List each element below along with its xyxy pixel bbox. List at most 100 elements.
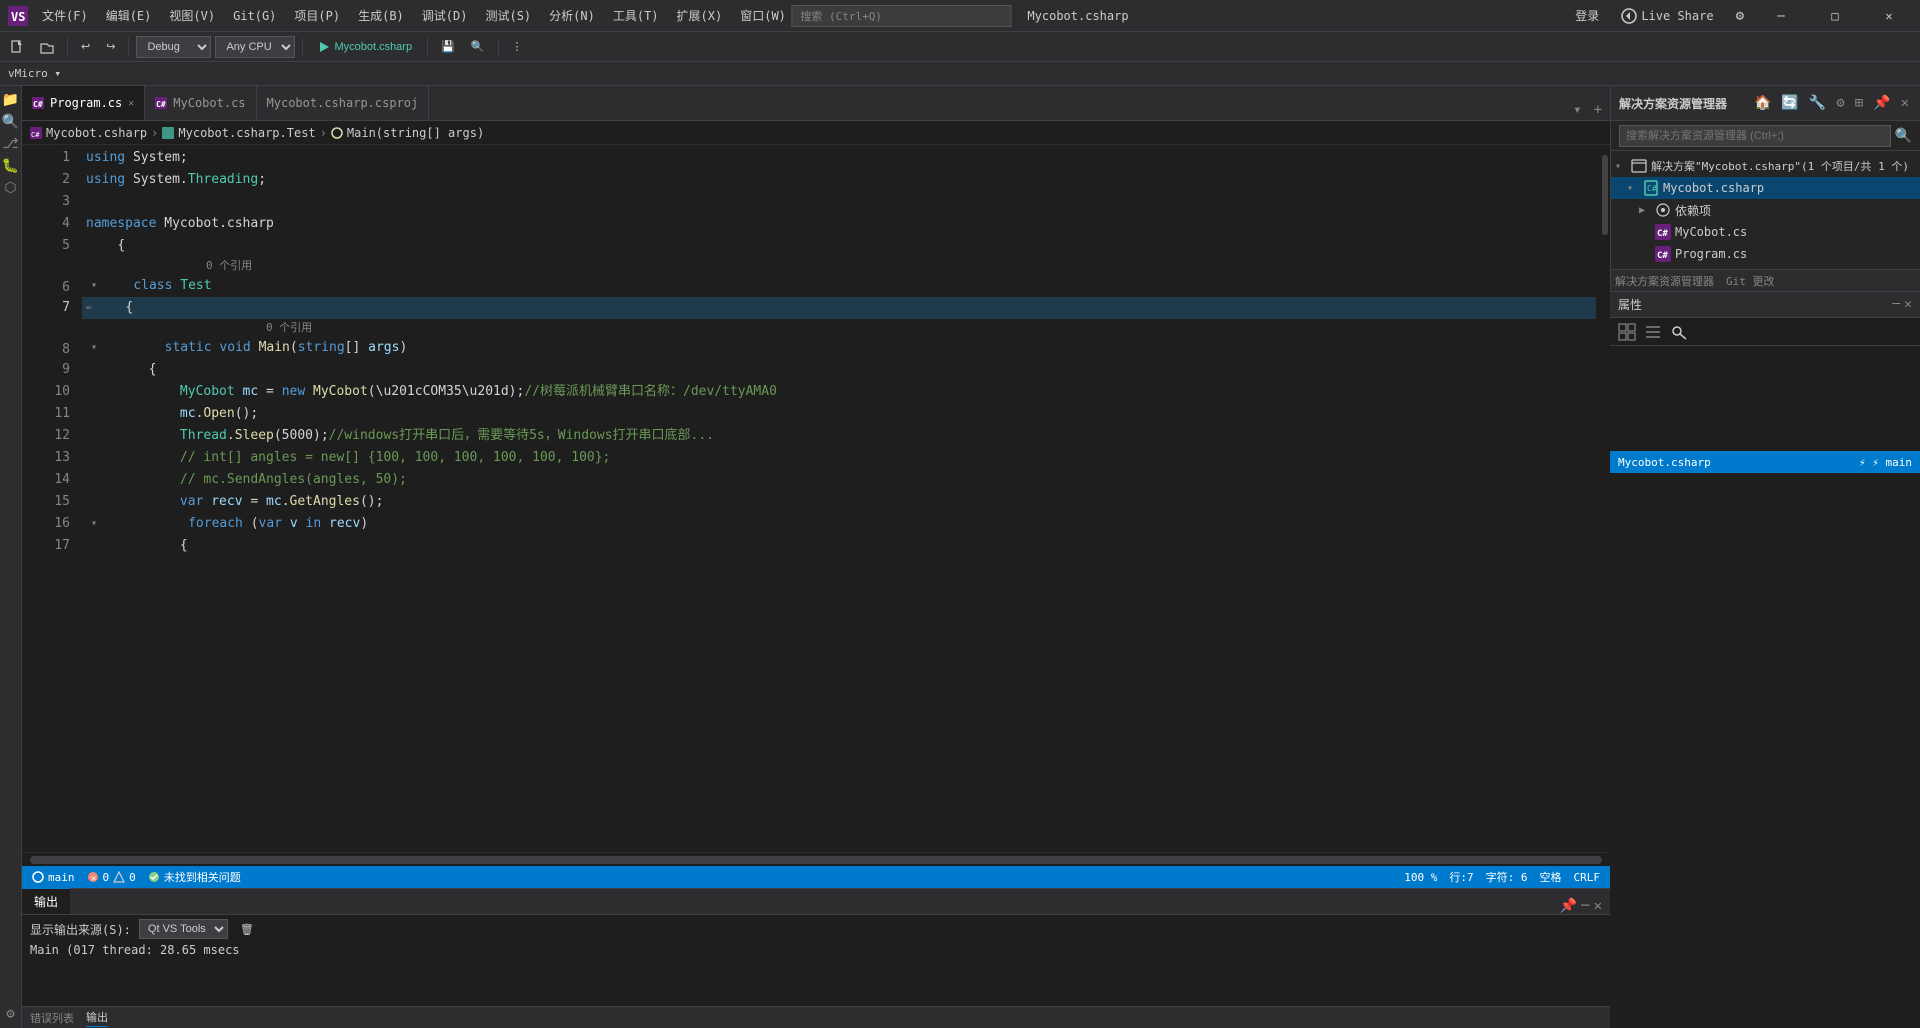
menu-tools[interactable]: 工具(T) (605, 3, 667, 28)
panel-close-btn[interactable]: ✕ (1594, 898, 1602, 914)
tree-mycobot-cs[interactable]: C# MyCobot.cs (1611, 221, 1920, 243)
panel-bottom-tabs: 错误列表 输出 (22, 1006, 1610, 1028)
status-spaces[interactable]: 空格 (1534, 869, 1568, 885)
se-link-git[interactable]: Git 更改 (1726, 273, 1775, 289)
bottom-panel-tabs: 输出 📌 ─ ✕ (22, 889, 1610, 915)
output-source-select[interactable]: Qt VS Tools (139, 919, 228, 939)
pp-minimize-btn[interactable]: ─ (1892, 297, 1900, 312)
tab-collapse-btn[interactable]: ▾ (1569, 100, 1585, 120)
cs-breadcrumb-icon: C# (30, 127, 42, 139)
editor-scrollbar[interactable] (1596, 145, 1610, 852)
panel-pin-btn[interactable]: 📌 (1560, 898, 1577, 914)
tree-project[interactable]: ▾ C# Mycobot.csharp (1611, 177, 1920, 199)
tree-dependencies[interactable]: ▶ 依赖项 (1611, 199, 1920, 221)
menu-window[interactable]: 窗口(W) (732, 3, 794, 28)
login-button[interactable]: 登录 (1569, 7, 1605, 24)
panel-tab-output[interactable]: 输出 (22, 888, 70, 914)
scrollbar-thumb[interactable] (1602, 155, 1608, 235)
var-mc-11: mc (180, 403, 196, 425)
activity-debug[interactable]: 🐛 (1, 156, 21, 176)
breadcrumb-class[interactable]: Mycobot.csharp.Test (178, 126, 315, 140)
activity-explorer[interactable]: 📁 (1, 90, 21, 110)
output-tab-bottom[interactable]: 输出 (86, 1009, 108, 1027)
menu-project[interactable]: 项目(P) (286, 3, 348, 28)
code-content[interactable]: using System; using System.Threading; na… (82, 145, 1596, 852)
panel-minimize-btn[interactable]: ─ (1581, 898, 1589, 914)
activity-settings[interactable]: ⚙ (1, 1004, 21, 1024)
menu-file[interactable]: 文件(F) (34, 3, 96, 28)
se-close-btn[interactable]: ✕ (1898, 93, 1912, 113)
activity-git[interactable]: ⎇ (1, 134, 21, 154)
activity-extensions[interactable]: ⬡ (1, 178, 21, 198)
search-box[interactable]: 搜索 (Ctrl+Q) (791, 5, 1011, 27)
se-search-input[interactable] (1619, 125, 1891, 147)
output-clear-btn[interactable]: 🗑 (236, 922, 258, 937)
debug-config-select[interactable]: Debug Release (136, 36, 211, 58)
collapse-16[interactable]: ▾ (86, 513, 102, 535)
se-filter-btn[interactable]: 🔧 (1806, 93, 1829, 113)
close-button[interactable]: ✕ (1866, 0, 1912, 32)
open-file-button[interactable] (34, 38, 60, 56)
menu-git[interactable]: Git(G) (225, 5, 284, 27)
maximize-button[interactable]: □ (1812, 0, 1858, 32)
pp-close-btn[interactable]: ✕ (1904, 297, 1912, 312)
status-cursor-col[interactable]: 字符: 6 (1480, 869, 1534, 885)
menu-extensions[interactable]: 扩展(X) (669, 3, 731, 28)
settings-icon[interactable]: ⚙ (1730, 8, 1750, 24)
deps-expand-icon[interactable]: ▶ (1639, 205, 1651, 216)
status-no-issues[interactable]: 未找到相关问题 (142, 869, 247, 885)
search-button[interactable]: 🔍 (465, 38, 491, 55)
status-encoding[interactable]: CRLF (1568, 871, 1607, 884)
se-settings-btn[interactable]: ⚙ (1833, 93, 1847, 113)
comment-14: // mc.SendAngles(angles, 50); (86, 469, 407, 491)
method-sleep: Sleep (235, 425, 274, 447)
se-home-btn[interactable]: 🏠 (1751, 93, 1774, 113)
status-cursor-row[interactable]: 行:7 (1443, 869, 1479, 885)
save-button[interactable]: 💾 (435, 38, 461, 55)
menu-build[interactable]: 生成(B) (350, 3, 412, 28)
kw-foreach: foreach (188, 513, 243, 535)
minimize-button[interactable]: ─ (1758, 0, 1804, 32)
tab-csproj[interactable]: Mycobot.csharp.csproj (257, 86, 430, 120)
vmicro-dropdown[interactable]: vMicro ▾ (4, 67, 65, 80)
error-list-tab[interactable]: 错误列表 (30, 1010, 74, 1026)
collapse-8[interactable]: ▾ (86, 337, 102, 359)
status-git[interactable]: main (26, 871, 81, 884)
menu-view[interactable]: 视图(V) (161, 3, 223, 28)
live-share-button[interactable]: Live Share (1613, 8, 1721, 24)
run-button[interactable]: Mycobot.csharp (310, 39, 420, 55)
redo-button[interactable]: ↪ (100, 38, 121, 55)
tab-program-cs[interactable]: C# Program.cs ✕ (22, 86, 145, 120)
se-pin-btn[interactable]: 📌 (1870, 93, 1893, 113)
status-zoom[interactable]: 100 % (1398, 871, 1443, 884)
platform-select[interactable]: Any CPU (215, 36, 295, 58)
menu-debug[interactable]: 调试(D) (414, 3, 476, 28)
menu-analyze[interactable]: 分析(N) (541, 3, 603, 28)
pp-grid-icon[interactable] (1618, 323, 1636, 341)
horizontal-scrollbar[interactable] (30, 856, 1602, 864)
toolbar-extra-1[interactable]: ⋮ (506, 38, 529, 55)
tree-program-cs[interactable]: C# Program.cs (1611, 243, 1920, 265)
collapse-6[interactable]: ▾ (86, 275, 102, 297)
pp-key-icon[interactable] (1670, 323, 1688, 341)
se-link-explorer[interactable]: 解决方案资源管理器 (1615, 273, 1714, 289)
new-file-button[interactable] (4, 38, 30, 56)
breadcrumb-file[interactable]: Mycobot.csharp (46, 126, 147, 140)
tab-program-cs-close[interactable]: ✕ (128, 98, 134, 109)
breadcrumb-method[interactable]: Main(string[] args) (347, 126, 484, 140)
activity-search[interactable]: 🔍 (1, 112, 21, 132)
tab-mycobot-cs[interactable]: C# MyCobot.cs (145, 86, 256, 120)
live-share-icon (1621, 8, 1637, 24)
tab-new-btn[interactable]: + (1590, 100, 1606, 120)
status-errors[interactable]: ✕ 0 0 (81, 871, 142, 884)
pp-list-icon[interactable] (1644, 323, 1662, 341)
menu-test[interactable]: 测试(S) (477, 3, 539, 28)
menu-edit[interactable]: 编辑(E) (98, 3, 160, 28)
se-sync-btn[interactable]: 🔄 (1778, 93, 1801, 113)
se-expand-btn[interactable]: ⊞ (1852, 93, 1866, 113)
solution-expand-icon[interactable]: ▾ (1615, 161, 1627, 172)
kw-using-2: using (86, 169, 125, 191)
tree-solution[interactable]: ▾ 解决方案"Mycobot.csharp"(1 个项目/共 1 个) (1611, 155, 1920, 177)
project-expand-icon[interactable]: ▾ (1627, 183, 1639, 194)
undo-button[interactable]: ↩ (75, 38, 96, 55)
